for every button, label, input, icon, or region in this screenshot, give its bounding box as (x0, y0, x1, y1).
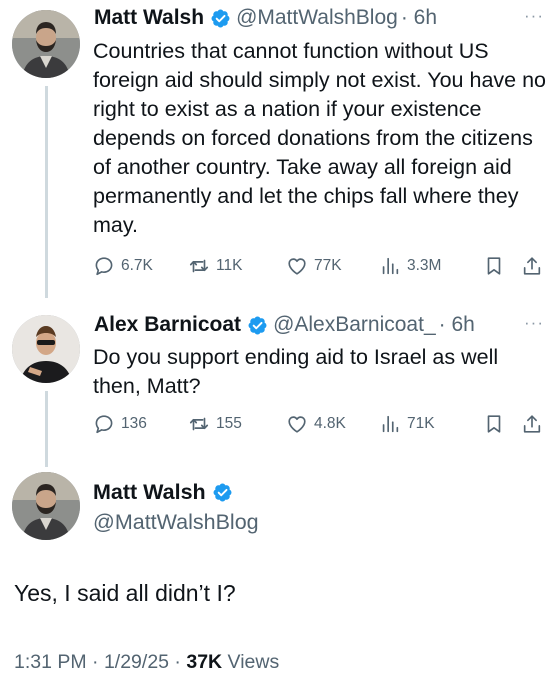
author-name[interactable]: Matt Walsh (93, 480, 206, 505)
tweet-time[interactable]: · 6h (401, 6, 437, 30)
thread-line (45, 391, 48, 467)
views-count: 37K (186, 651, 223, 673)
like-count: 4.8K (314, 415, 346, 432)
repost-icon (188, 413, 210, 435)
author-name[interactable]: Alex Barnicoat (94, 313, 241, 337)
person-avatar-icon (12, 10, 80, 78)
person-avatar-icon (12, 315, 80, 383)
avatar[interactable] (12, 10, 80, 78)
avatar[interactable] (12, 315, 80, 383)
like-button[interactable]: 4.8K (286, 413, 379, 435)
action-bar: 6.7K 11K 77K 3.3M (93, 253, 544, 279)
bookmark-button[interactable] (483, 255, 521, 277)
like-icon (286, 255, 308, 277)
views-icon (379, 255, 401, 277)
share-icon (521, 255, 543, 277)
like-button[interactable]: 77K (286, 255, 379, 277)
thread-line (45, 86, 48, 298)
bookmark-button[interactable] (483, 413, 521, 435)
tweet-time[interactable]: · 6h (439, 313, 475, 337)
reply-count: 136 (121, 415, 147, 432)
tweet-text: Countries that cannot function without U… (93, 39, 546, 237)
tweet-text: Do you support ending aid to Israel as w… (93, 345, 499, 398)
reply-icon (93, 255, 115, 277)
author-handle[interactable]: @AlexBarnicoat_ (273, 313, 436, 337)
views-button[interactable]: 71K (379, 413, 483, 435)
bookmark-icon (483, 413, 505, 435)
avatar[interactable] (12, 472, 80, 540)
like-count: 77K (314, 257, 342, 274)
tweet-header: Alex Barnicoat @AlexBarnicoat_ · 6h ··· (94, 310, 546, 340)
person-avatar-icon (12, 472, 80, 540)
repost-icon (188, 255, 210, 277)
like-icon (286, 413, 308, 435)
repost-count: 11K (216, 257, 243, 274)
author-name[interactable]: Matt Walsh (94, 6, 204, 30)
author-handle[interactable]: @MattWalshBlog (236, 6, 398, 30)
more-options-button[interactable]: ··· (524, 6, 544, 26)
reply-button[interactable]: 6.7K (93, 255, 188, 277)
timestamp[interactable]: 1:31 PM · 1/29/25 · (14, 651, 186, 673)
verified-badge-icon (210, 8, 231, 29)
author-handle[interactable]: @MattWalshBlog (93, 510, 259, 535)
author-name-row: Matt Walsh (93, 480, 238, 505)
tweet-metadata: 1:31 PM · 1/29/25 · 37K Views (14, 651, 279, 674)
views-count: 3.3M (407, 257, 442, 274)
reply-button[interactable]: 136 (93, 413, 188, 435)
reply-icon (93, 413, 115, 435)
more-options-button[interactable]: ··· (524, 313, 544, 333)
repost-button[interactable]: 11K (188, 255, 286, 277)
tweet-header: Matt Walsh @MattWalshBlog · 6h ··· (94, 3, 546, 33)
bookmark-icon (483, 255, 505, 277)
views-icon (379, 413, 401, 435)
action-bar: 136 155 4.8K 71K (93, 411, 544, 437)
tweet-text: Yes, I said all didn’t I? (14, 580, 236, 606)
share-button[interactable] (521, 413, 543, 435)
reply-count: 6.7K (121, 257, 153, 274)
views-button[interactable]: 3.3M (379, 255, 483, 277)
verified-badge-icon (212, 482, 233, 503)
repost-count: 155 (216, 415, 242, 432)
share-icon (521, 413, 543, 435)
views-label: Views (222, 651, 280, 673)
repost-button[interactable]: 155 (188, 413, 286, 435)
share-button[interactable] (521, 255, 543, 277)
verified-badge-icon (247, 315, 268, 336)
views-count: 71K (407, 415, 435, 432)
